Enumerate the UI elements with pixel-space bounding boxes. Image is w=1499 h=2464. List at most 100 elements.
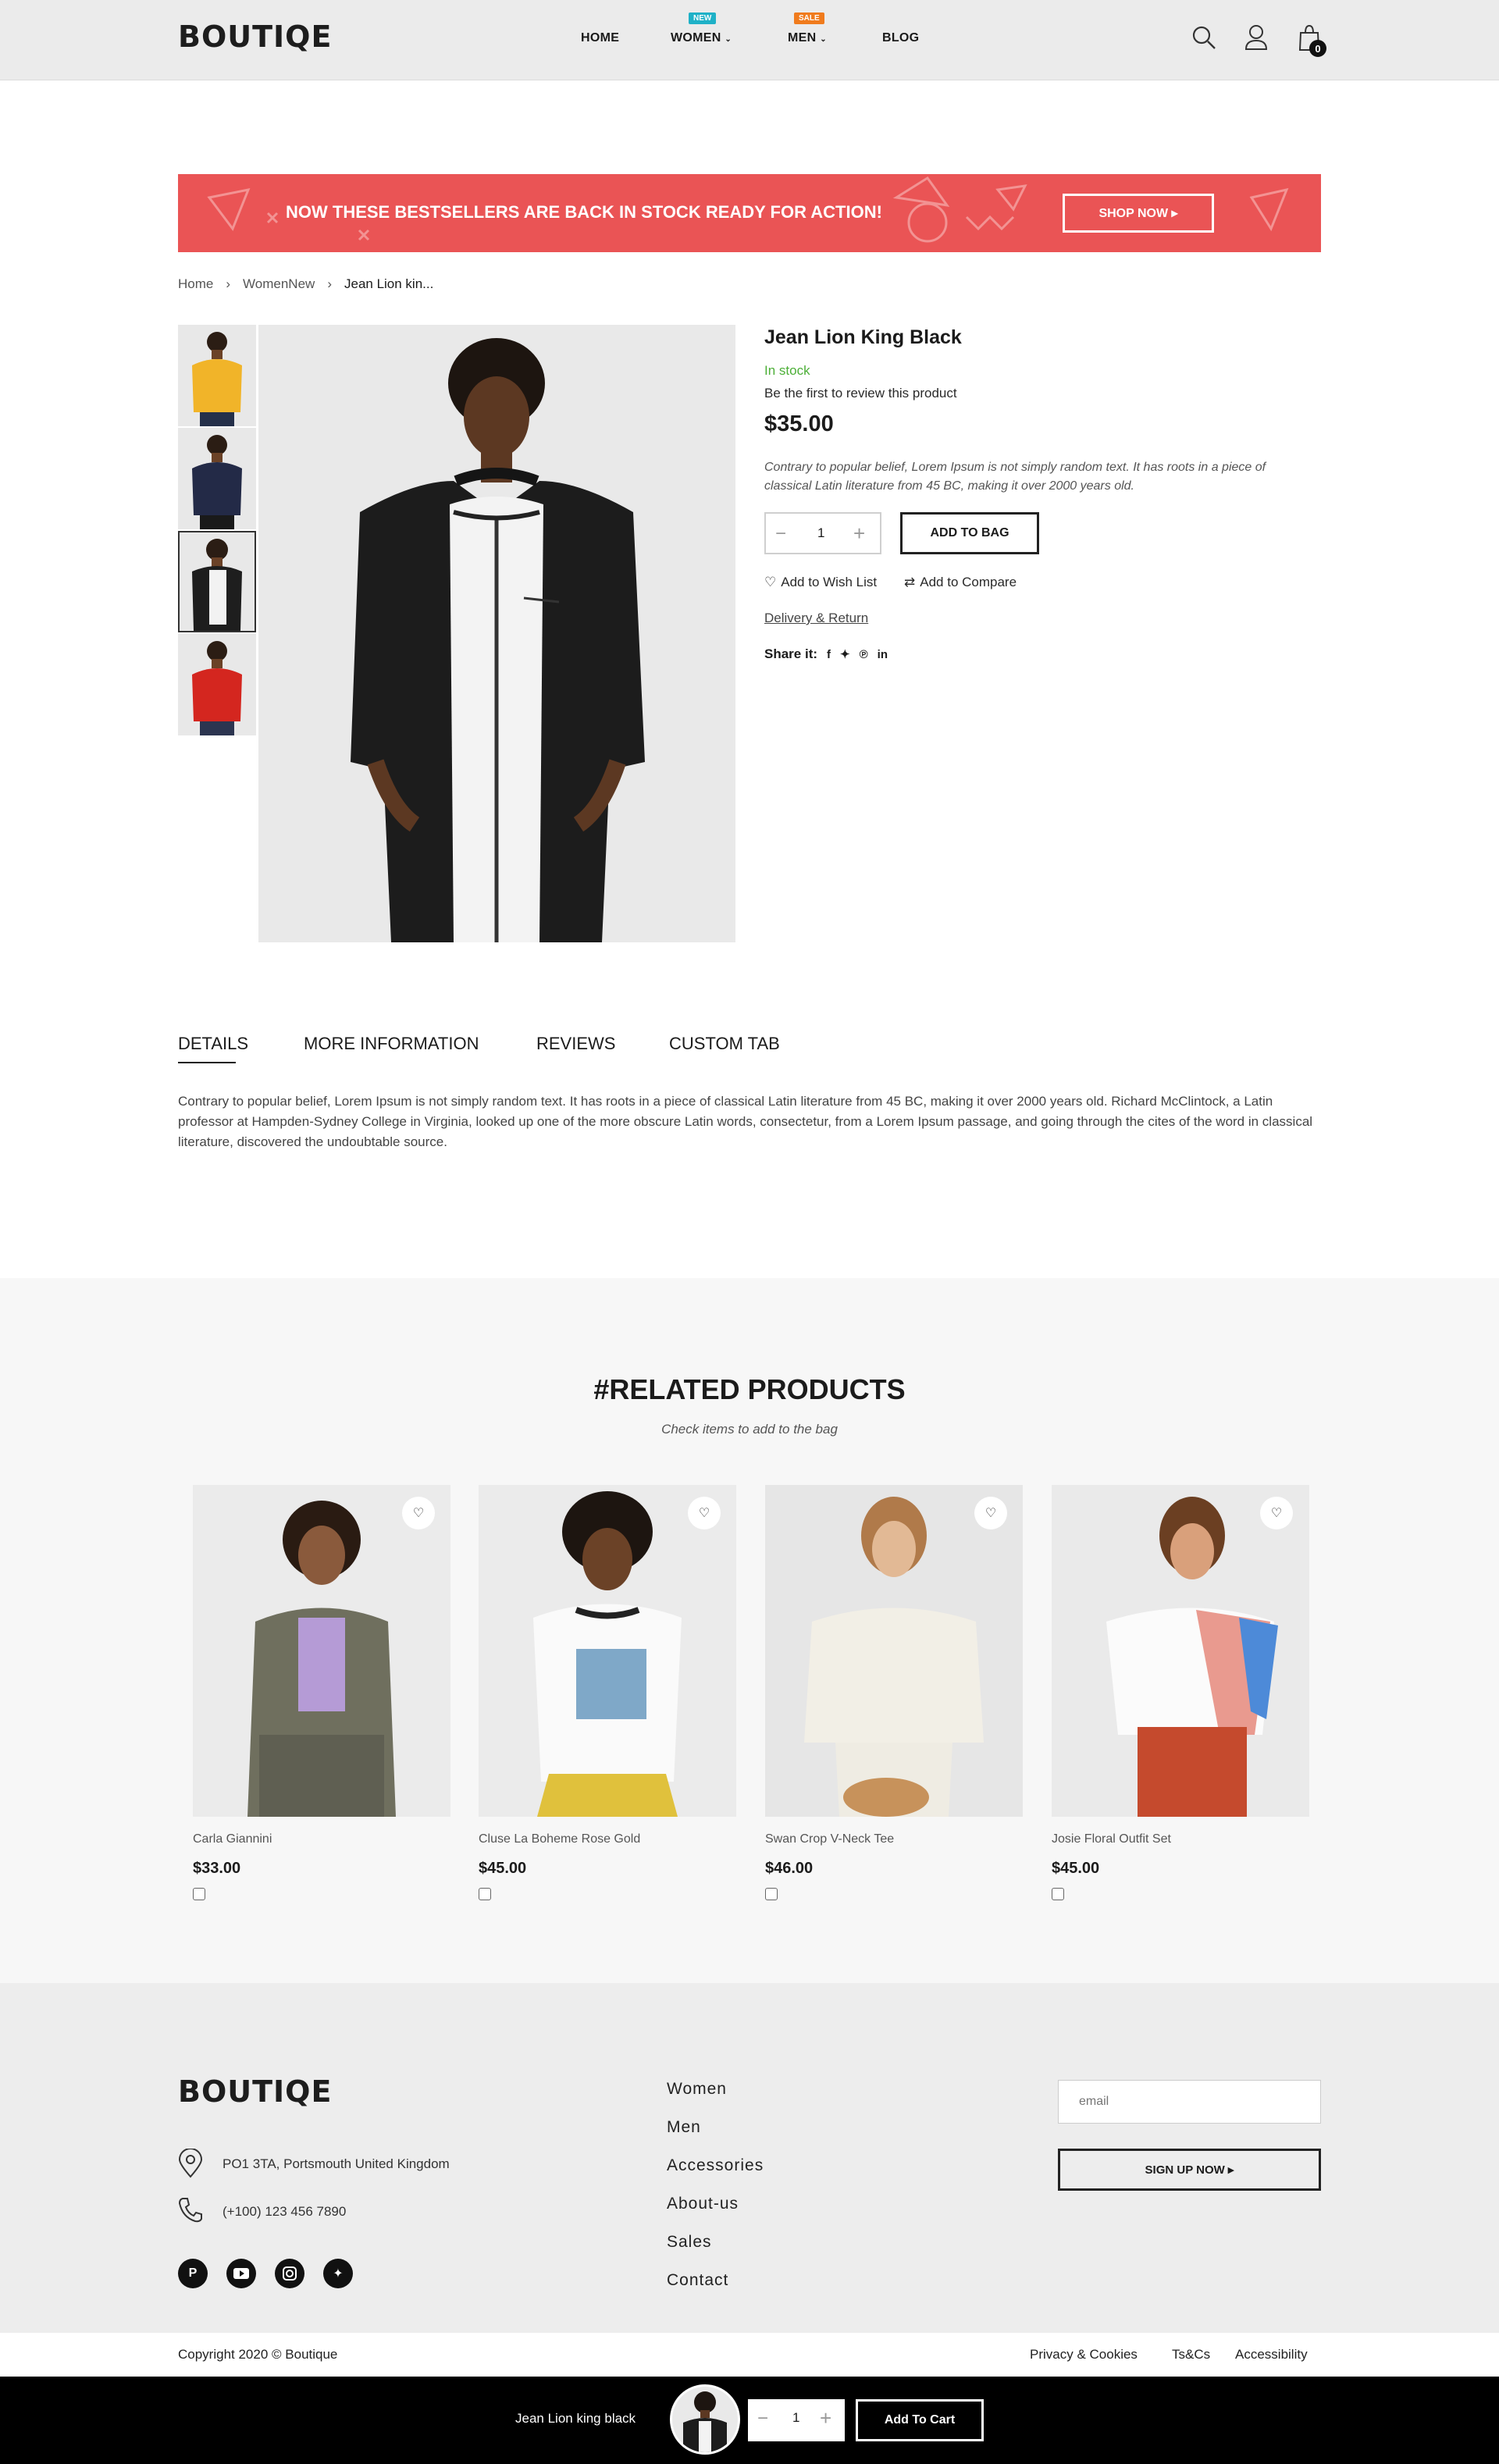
product-card-checkbox[interactable] bbox=[765, 1888, 778, 1900]
product-card-name[interactable]: Cluse La Boheme Rose Gold bbox=[479, 1832, 640, 1846]
product-card-checkbox[interactable] bbox=[193, 1888, 205, 1900]
user-icon[interactable] bbox=[1244, 24, 1268, 55]
thumbnail-black-jacket[interactable] bbox=[178, 531, 256, 632]
youtube-icon[interactable] bbox=[226, 2259, 256, 2288]
sale-badge: SALE bbox=[794, 12, 824, 24]
linkedin-icon[interactable]: in bbox=[878, 648, 888, 661]
breadcrumb-category[interactable]: WomenNew bbox=[243, 276, 315, 292]
tab-more-information[interactable]: MORE INFORMATION bbox=[304, 1034, 479, 1054]
product-card-name[interactable]: Swan Crop V-Neck Tee bbox=[765, 1832, 894, 1846]
search-icon[interactable] bbox=[1191, 25, 1216, 54]
product-main-image[interactable] bbox=[258, 325, 735, 942]
thumbnail-yellow[interactable] bbox=[178, 325, 256, 426]
compare-link[interactable]: ⇄ Add to Compare bbox=[904, 575, 1017, 590]
sticky-product-name: Jean Lion king black bbox=[515, 2411, 636, 2426]
sticky-quantity-stepper: − 1 + bbox=[748, 2399, 845, 2441]
pinterest-icon[interactable]: ℗ bbox=[860, 648, 868, 661]
footer-link-men[interactable]: Men bbox=[667, 2118, 701, 2137]
footer-link-contact[interactable]: Contact bbox=[667, 2271, 728, 2290]
product-card-price: $33.00 bbox=[193, 1860, 241, 1877]
nav-women-label: WOMEN bbox=[671, 31, 721, 45]
related-products-section: #RELATED PRODUCTS Check items to add to … bbox=[0, 1278, 1499, 1983]
active-tab-underline bbox=[178, 1062, 236, 1063]
product-card-image[interactable] bbox=[193, 1485, 450, 1817]
add-to-bag-button[interactable]: ADD TO BAG bbox=[900, 512, 1039, 554]
instagram-icon[interactable] bbox=[275, 2259, 304, 2288]
product-card-image[interactable] bbox=[1052, 1485, 1309, 1817]
twitter-icon[interactable]: ✦ bbox=[323, 2259, 353, 2288]
footer-logo[interactable]: BOUTIQE bbox=[178, 2074, 332, 2109]
nav-men[interactable]: MEN ⌄ bbox=[788, 31, 827, 45]
product-card-image[interactable] bbox=[479, 1485, 736, 1817]
thumbnail-red[interactable] bbox=[178, 634, 256, 735]
review-prompt[interactable]: Be the first to review this product bbox=[764, 386, 957, 401]
privacy-link[interactable]: Privacy & Cookies bbox=[1030, 2347, 1138, 2363]
product-card-price: $45.00 bbox=[479, 1860, 527, 1877]
share-label: Share it: bbox=[764, 646, 818, 661]
footer-link-women[interactable]: Women bbox=[667, 2080, 727, 2099]
sticky-quantity-value[interactable]: 1 bbox=[792, 2410, 799, 2426]
terms-link[interactable]: Ts&Cs bbox=[1172, 2347, 1210, 2363]
stock-status: In stock bbox=[764, 363, 810, 378]
nav-women[interactable]: WOMEN ⌄ bbox=[671, 31, 732, 45]
footer-link-about[interactable]: About-us bbox=[667, 2195, 739, 2213]
product-card-checkbox[interactable] bbox=[479, 1888, 491, 1900]
tab-custom[interactable]: CUSTOM TAB bbox=[669, 1034, 780, 1054]
related-title: #RELATED PRODUCTS bbox=[593, 1373, 906, 1405]
tab-reviews[interactable]: REVIEWS bbox=[536, 1034, 615, 1054]
tab-details[interactable]: DETAILS bbox=[178, 1034, 248, 1054]
wish-list-link[interactable]: ♡ Add to Wish List bbox=[764, 575, 877, 590]
product-card-price: $46.00 bbox=[765, 1860, 814, 1877]
product-price: $35.00 bbox=[764, 411, 834, 436]
accessibility-link[interactable]: Accessibility bbox=[1235, 2347, 1308, 2363]
product-card-checkbox[interactable] bbox=[1052, 1888, 1064, 1900]
sticky-add-to-cart-button[interactable]: Add To Cart bbox=[856, 2399, 984, 2441]
plus-button[interactable]: + bbox=[853, 522, 865, 546]
wishlist-heart-icon[interactable]: ♡ bbox=[688, 1497, 721, 1529]
product-card-image[interactable] bbox=[765, 1485, 1023, 1817]
phone-icon bbox=[178, 2197, 203, 2227]
new-badge: NEW bbox=[689, 12, 717, 24]
heart-icon: ♡ bbox=[764, 575, 777, 589]
twitter-icon[interactable]: ✦ bbox=[840, 647, 850, 661]
signup-button[interactable]: SIGN UP NOW ▸ bbox=[1058, 2149, 1321, 2191]
facebook-icon[interactable]: f bbox=[827, 648, 831, 661]
chevron-down-icon: ⌄ bbox=[725, 35, 732, 44]
logo[interactable]: BOUTIQE bbox=[178, 20, 332, 54]
cart-count-badge: 0 bbox=[1309, 40, 1326, 57]
breadcrumb: Home › WomenNew › Jean Lion kin... bbox=[178, 276, 433, 292]
product-description: Contrary to popular belief, Lorem Ipsum … bbox=[764, 461, 1266, 493]
delivery-return-link[interactable]: Delivery & Return bbox=[764, 611, 868, 626]
footer-link-accessories[interactable]: Accessories bbox=[667, 2156, 764, 2175]
quantity-value[interactable]: 1 bbox=[817, 525, 824, 541]
product-card-name[interactable]: Carla Giannini bbox=[193, 1832, 272, 1846]
product-card-name[interactable]: Josie Floral Outfit Set bbox=[1052, 1832, 1171, 1846]
share-row: Share it: f ✦ ℗ in bbox=[764, 646, 888, 662]
wishlist-heart-icon[interactable]: ♡ bbox=[1260, 1497, 1293, 1529]
chevron-right-icon: › bbox=[327, 276, 332, 291]
minus-button[interactable]: − bbox=[775, 523, 786, 545]
wishlist-heart-icon[interactable]: ♡ bbox=[402, 1497, 435, 1529]
nav-men-label: MEN bbox=[788, 31, 817, 45]
copyright-text: Copyright 2020 © Boutique bbox=[178, 2347, 338, 2362]
sticky-cart-bar: Jean Lion king black − 1 + Add To Cart bbox=[0, 2377, 1499, 2464]
shop-now-button[interactable]: SHOP NOW ▸ bbox=[1063, 194, 1214, 233]
minus-button[interactable]: − bbox=[757, 2408, 768, 2430]
footer-link-sales[interactable]: Sales bbox=[667, 2233, 712, 2252]
promo-banner: NOW THESE BESTSELLERS ARE BACK IN STOCK … bbox=[178, 174, 1321, 252]
pinterest-icon[interactable]: P bbox=[178, 2259, 208, 2288]
copyright-bar: Copyright 2020 © Boutique Privacy & Cook… bbox=[0, 2333, 1499, 2377]
location-pin-icon bbox=[178, 2148, 203, 2182]
email-field[interactable] bbox=[1058, 2080, 1321, 2124]
footer-phone: (+100) 123 456 7890 bbox=[223, 2204, 347, 2219]
related-subtitle: Check items to add to the bag bbox=[661, 1422, 838, 1437]
wishlist-heart-icon[interactable]: ♡ bbox=[974, 1497, 1007, 1529]
breadcrumb-home[interactable]: Home bbox=[178, 276, 213, 292]
thumbnail-navy[interactable] bbox=[178, 428, 256, 529]
details-text: Contrary to popular belief, Lorem Ipsum … bbox=[178, 1094, 1313, 1149]
chevron-down-icon: ⌄ bbox=[820, 35, 827, 44]
nav-home[interactable]: HOME bbox=[581, 31, 619, 45]
promo-text: NOW THESE BESTSELLERS ARE BACK IN STOCK … bbox=[286, 202, 882, 222]
nav-blog[interactable]: BLOG bbox=[882, 31, 919, 45]
plus-button[interactable]: + bbox=[820, 2406, 831, 2430]
